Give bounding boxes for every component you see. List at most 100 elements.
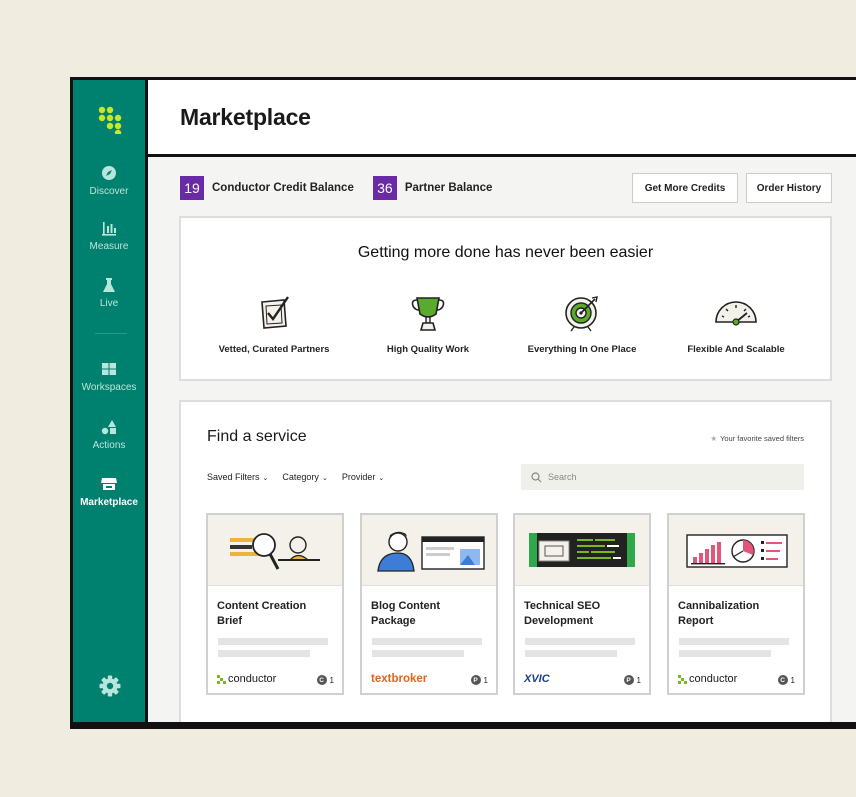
placeholder-line: [372, 638, 482, 645]
service-card[interactable]: Technical SEO Development XVIC P1: [513, 513, 651, 695]
conductor-logo-icon: [217, 674, 226, 684]
grid-icon: [102, 363, 116, 375]
provider-name: conductor: [689, 673, 738, 685]
card-illustration: [669, 515, 803, 586]
benefit-item: High Quality Work: [353, 294, 503, 355]
star-icon: ★: [710, 434, 718, 443]
service-card[interactable]: Content Creation Brief conductor C1: [206, 513, 344, 695]
cost-value: 1: [636, 675, 641, 685]
sidebar-item-actions[interactable]: Actions: [73, 418, 145, 451]
sidebar: Discover Measure Live Workspaces Actions…: [73, 80, 148, 722]
placeholder-line: [679, 638, 789, 645]
benefits-panel: Getting more done has never been easier …: [179, 216, 832, 381]
sidebar-item-discover[interactable]: Discover: [73, 164, 145, 197]
checkbox-icon: [261, 296, 289, 329]
services-panel: Find a service ★ Your favorite saved filt…: [179, 400, 832, 722]
credit-type-icon: C: [316, 675, 327, 685]
sidebar-item-marketplace[interactable]: Marketplace: [73, 475, 145, 508]
cost-badge: C1: [777, 675, 795, 685]
favorite-filters-link[interactable]: ★ Your favorite saved filters: [710, 434, 804, 443]
credit-type-icon: P: [470, 675, 481, 685]
compass-icon: [102, 166, 116, 180]
sidebar-item-workspaces[interactable]: Workspaces: [73, 360, 145, 393]
benefit-item: Vetted, Curated Partners: [199, 294, 349, 355]
cost-value: 1: [329, 675, 334, 685]
sidebar-divider: [95, 333, 127, 334]
card-title: Cannibalization Report: [678, 600, 760, 627]
card-title: Content Creation Brief: [217, 600, 307, 627]
sidebar-item-label: Live: [99, 298, 119, 309]
conductor-credit-label: Conductor Credit Balance: [212, 182, 354, 194]
placeholder-line: [525, 650, 617, 657]
chevron-down-icon: ⌄: [321, 475, 328, 482]
partner-balance-badge: 36: [372, 176, 397, 200]
sidebar-item-label: Discover: [89, 186, 129, 197]
cost-badge: P1: [623, 675, 641, 685]
category-dropdown[interactable]: Category ⌄: [282, 472, 327, 482]
shapes-icon: [101, 420, 116, 435]
service-card[interactable]: Cannibalization Report conductor C1: [667, 513, 805, 695]
placeholder-line: [679, 650, 771, 657]
cost-badge: P1: [470, 675, 488, 685]
trophy-icon: [411, 297, 445, 331]
main-content: Marketplace 19 Conductor Credit Balance …: [148, 80, 856, 722]
benefits-heading: Getting more done has never been easier: [357, 244, 654, 261]
store-icon: [101, 478, 117, 490]
card-illustration: [208, 515, 342, 586]
bar-chart-icon: [102, 222, 116, 236]
provider-logo: conductor: [217, 673, 276, 685]
filter-label: Provider: [341, 472, 376, 482]
provider-logo: textbroker: [371, 673, 427, 685]
card-illustration: [515, 515, 649, 586]
page-title: Marketplace: [180, 103, 311, 130]
partner-balance-label: Partner Balance: [404, 182, 493, 194]
filter-label: Category: [282, 472, 319, 482]
sidebar-item-live[interactable]: Live: [73, 276, 145, 309]
provider-name: conductor: [228, 673, 277, 685]
favorite-filters-label: Your favorite saved filters: [720, 434, 804, 443]
provider-name: XVIC: [524, 673, 550, 685]
cost-badge: C1: [316, 675, 334, 685]
provider-logo: XVIC: [524, 673, 550, 685]
chevron-down-icon: ⌄: [378, 475, 385, 482]
credit-type-icon: P: [623, 675, 634, 685]
target-icon: [565, 296, 598, 332]
card-title: Blog Content Package: [371, 600, 441, 627]
cost-value: 1: [483, 675, 488, 685]
cost-value: 1: [790, 675, 795, 685]
balances-bar: 19 Conductor Credit Balance 36 Partner B…: [180, 176, 511, 200]
chevron-down-icon: ⌄: [262, 475, 269, 482]
benefit-label: Everything In One Place: [527, 344, 637, 355]
services-heading: Find a service: [207, 428, 307, 445]
sidebar-item-label: Marketplace: [80, 497, 138, 508]
sidebar-item-label: Workspaces: [81, 382, 137, 393]
placeholder-line: [372, 650, 464, 657]
flask-icon: [103, 278, 115, 292]
gear-icon[interactable]: [99, 675, 121, 697]
benefit-label: Flexible And Scalable: [687, 344, 785, 355]
saved-filters-dropdown[interactable]: Saved Filters ⌄: [207, 472, 268, 482]
benefit-item: Everything In One Place: [507, 294, 657, 355]
sidebar-item-label: Measure: [89, 241, 129, 252]
get-more-credits-button[interactable]: Get More Credits: [632, 173, 738, 203]
credit-type-icon: C: [777, 675, 788, 685]
provider-dropdown[interactable]: Provider ⌄: [342, 472, 384, 482]
benefit-label: Vetted, Curated Partners: [218, 344, 330, 355]
provider-name: textbroker: [371, 673, 428, 685]
app-window: Discover Measure Live Workspaces Actions…: [70, 77, 856, 729]
filter-label: Saved Filters: [207, 472, 260, 482]
placeholder-line: [218, 638, 328, 645]
service-card[interactable]: Blog Content Package textbroker P1: [360, 513, 498, 695]
filter-bar: Saved Filters ⌄ Category ⌄ Provider ⌄: [207, 472, 384, 482]
search-placeholder: Search: [548, 472, 577, 482]
benefit-item: Flexible And Scalable: [661, 294, 811, 355]
provider-logo: conductor: [678, 673, 737, 685]
conductor-credit-badge: 19: [180, 176, 204, 200]
conductor-logo-icon[interactable]: [97, 106, 127, 134]
order-history-button[interactable]: Order History: [746, 173, 832, 203]
conductor-logo-icon: [678, 674, 687, 684]
sidebar-item-measure[interactable]: Measure: [73, 219, 145, 252]
search-input[interactable]: Search: [521, 464, 804, 490]
placeholder-line: [218, 650, 310, 657]
gauge-icon: [715, 301, 757, 326]
